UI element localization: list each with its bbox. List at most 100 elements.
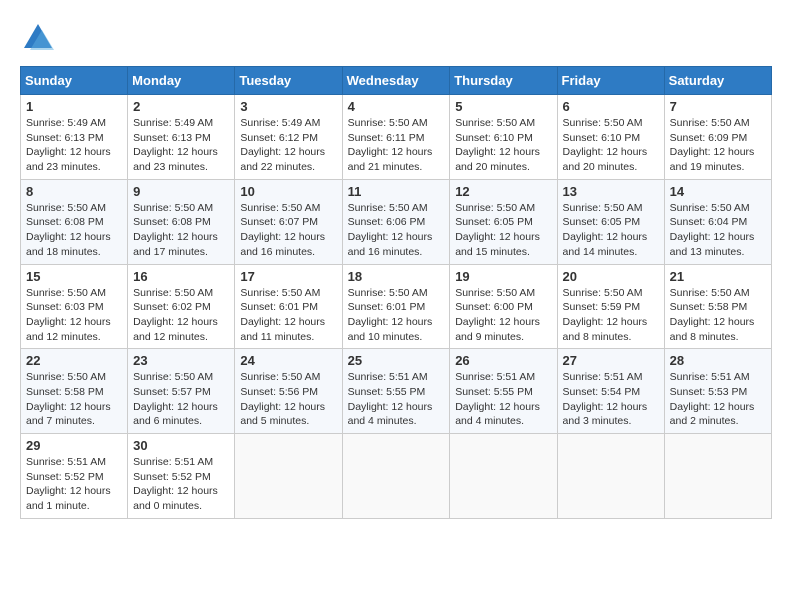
day-number: 12: [455, 184, 551, 199]
calendar-cell: 14 Sunrise: 5:50 AM Sunset: 6:04 PM Dayl…: [664, 179, 771, 264]
day-of-week-friday: Friday: [557, 67, 664, 95]
day-of-week-tuesday: Tuesday: [235, 67, 342, 95]
days-of-week-header: SundayMondayTuesdayWednesdayThursdayFrid…: [21, 67, 772, 95]
day-info: Sunrise: 5:50 AM Sunset: 6:02 PM Dayligh…: [133, 286, 229, 345]
day-info: Sunrise: 5:51 AM Sunset: 5:52 PM Dayligh…: [26, 455, 122, 514]
calendar-cell: 5 Sunrise: 5:50 AM Sunset: 6:10 PM Dayli…: [450, 95, 557, 180]
calendar-cell: [664, 434, 771, 519]
day-number: 16: [133, 269, 229, 284]
day-number: 20: [563, 269, 659, 284]
day-number: 30: [133, 438, 229, 453]
calendar-cell: 11 Sunrise: 5:50 AM Sunset: 6:06 PM Dayl…: [342, 179, 450, 264]
day-number: 19: [455, 269, 551, 284]
day-info: Sunrise: 5:50 AM Sunset: 6:01 PM Dayligh…: [240, 286, 336, 345]
day-number: 8: [26, 184, 122, 199]
calendar-cell: 7 Sunrise: 5:50 AM Sunset: 6:09 PM Dayli…: [664, 95, 771, 180]
calendar-cell: 28 Sunrise: 5:51 AM Sunset: 5:53 PM Dayl…: [664, 349, 771, 434]
calendar-cell: 2 Sunrise: 5:49 AM Sunset: 6:13 PM Dayli…: [128, 95, 235, 180]
page-header: [20, 20, 772, 56]
day-number: 14: [670, 184, 766, 199]
calendar-week-4: 22 Sunrise: 5:50 AM Sunset: 5:58 PM Dayl…: [21, 349, 772, 434]
day-info: Sunrise: 5:50 AM Sunset: 6:03 PM Dayligh…: [26, 286, 122, 345]
day-info: Sunrise: 5:50 AM Sunset: 6:00 PM Dayligh…: [455, 286, 551, 345]
day-info: Sunrise: 5:50 AM Sunset: 5:57 PM Dayligh…: [133, 370, 229, 429]
calendar-cell: 6 Sunrise: 5:50 AM Sunset: 6:10 PM Dayli…: [557, 95, 664, 180]
day-number: 13: [563, 184, 659, 199]
day-number: 17: [240, 269, 336, 284]
day-info: Sunrise: 5:51 AM Sunset: 5:55 PM Dayligh…: [348, 370, 445, 429]
day-info: Sunrise: 5:50 AM Sunset: 6:10 PM Dayligh…: [455, 116, 551, 175]
day-info: Sunrise: 5:51 AM Sunset: 5:55 PM Dayligh…: [455, 370, 551, 429]
day-number: 22: [26, 353, 122, 368]
day-info: Sunrise: 5:49 AM Sunset: 6:12 PM Dayligh…: [240, 116, 336, 175]
calendar-week-5: 29 Sunrise: 5:51 AM Sunset: 5:52 PM Dayl…: [21, 434, 772, 519]
calendar-cell: 4 Sunrise: 5:50 AM Sunset: 6:11 PM Dayli…: [342, 95, 450, 180]
calendar-cell: 13 Sunrise: 5:50 AM Sunset: 6:05 PM Dayl…: [557, 179, 664, 264]
calendar-table: SundayMondayTuesdayWednesdayThursdayFrid…: [20, 66, 772, 519]
calendar-cell: [235, 434, 342, 519]
calendar-cell: 19 Sunrise: 5:50 AM Sunset: 6:00 PM Dayl…: [450, 264, 557, 349]
day-number: 27: [563, 353, 659, 368]
day-number: 24: [240, 353, 336, 368]
day-info: Sunrise: 5:50 AM Sunset: 6:07 PM Dayligh…: [240, 201, 336, 260]
calendar-cell: 27 Sunrise: 5:51 AM Sunset: 5:54 PM Dayl…: [557, 349, 664, 434]
day-info: Sunrise: 5:50 AM Sunset: 6:10 PM Dayligh…: [563, 116, 659, 175]
day-info: Sunrise: 5:51 AM Sunset: 5:52 PM Dayligh…: [133, 455, 229, 514]
calendar-cell: 18 Sunrise: 5:50 AM Sunset: 6:01 PM Dayl…: [342, 264, 450, 349]
day-of-week-monday: Monday: [128, 67, 235, 95]
day-number: 1: [26, 99, 122, 114]
calendar-cell: 12 Sunrise: 5:50 AM Sunset: 6:05 PM Dayl…: [450, 179, 557, 264]
day-of-week-wednesday: Wednesday: [342, 67, 450, 95]
calendar-cell: 3 Sunrise: 5:49 AM Sunset: 6:12 PM Dayli…: [235, 95, 342, 180]
calendar-cell: 23 Sunrise: 5:50 AM Sunset: 5:57 PM Dayl…: [128, 349, 235, 434]
calendar-cell: 21 Sunrise: 5:50 AM Sunset: 5:58 PM Dayl…: [664, 264, 771, 349]
calendar-week-3: 15 Sunrise: 5:50 AM Sunset: 6:03 PM Dayl…: [21, 264, 772, 349]
day-info: Sunrise: 5:50 AM Sunset: 6:05 PM Dayligh…: [563, 201, 659, 260]
day-info: Sunrise: 5:50 AM Sunset: 6:04 PM Dayligh…: [670, 201, 766, 260]
day-number: 23: [133, 353, 229, 368]
day-of-week-thursday: Thursday: [450, 67, 557, 95]
calendar-cell: 26 Sunrise: 5:51 AM Sunset: 5:55 PM Dayl…: [450, 349, 557, 434]
day-info: Sunrise: 5:51 AM Sunset: 5:53 PM Dayligh…: [670, 370, 766, 429]
calendar-cell: 25 Sunrise: 5:51 AM Sunset: 5:55 PM Dayl…: [342, 349, 450, 434]
day-number: 25: [348, 353, 445, 368]
day-info: Sunrise: 5:49 AM Sunset: 6:13 PM Dayligh…: [26, 116, 122, 175]
day-number: 7: [670, 99, 766, 114]
day-info: Sunrise: 5:50 AM Sunset: 6:11 PM Dayligh…: [348, 116, 445, 175]
calendar-body: 1 Sunrise: 5:49 AM Sunset: 6:13 PM Dayli…: [21, 95, 772, 519]
logo-icon: [20, 20, 56, 56]
calendar-cell: [450, 434, 557, 519]
logo: [20, 20, 60, 56]
calendar-cell: 16 Sunrise: 5:50 AM Sunset: 6:02 PM Dayl…: [128, 264, 235, 349]
day-info: Sunrise: 5:51 AM Sunset: 5:54 PM Dayligh…: [563, 370, 659, 429]
day-of-week-saturday: Saturday: [664, 67, 771, 95]
day-info: Sunrise: 5:50 AM Sunset: 5:58 PM Dayligh…: [26, 370, 122, 429]
calendar-cell: [342, 434, 450, 519]
day-info: Sunrise: 5:50 AM Sunset: 5:59 PM Dayligh…: [563, 286, 659, 345]
calendar-cell: 9 Sunrise: 5:50 AM Sunset: 6:08 PM Dayli…: [128, 179, 235, 264]
day-info: Sunrise: 5:50 AM Sunset: 6:01 PM Dayligh…: [348, 286, 445, 345]
day-number: 28: [670, 353, 766, 368]
day-info: Sunrise: 5:50 AM Sunset: 5:58 PM Dayligh…: [670, 286, 766, 345]
calendar-cell: 10 Sunrise: 5:50 AM Sunset: 6:07 PM Dayl…: [235, 179, 342, 264]
day-number: 18: [348, 269, 445, 284]
calendar-cell: [557, 434, 664, 519]
day-info: Sunrise: 5:50 AM Sunset: 6:09 PM Dayligh…: [670, 116, 766, 175]
calendar-cell: 29 Sunrise: 5:51 AM Sunset: 5:52 PM Dayl…: [21, 434, 128, 519]
calendar-cell: 15 Sunrise: 5:50 AM Sunset: 6:03 PM Dayl…: [21, 264, 128, 349]
day-info: Sunrise: 5:49 AM Sunset: 6:13 PM Dayligh…: [133, 116, 229, 175]
calendar-cell: 17 Sunrise: 5:50 AM Sunset: 6:01 PM Dayl…: [235, 264, 342, 349]
day-info: Sunrise: 5:50 AM Sunset: 6:05 PM Dayligh…: [455, 201, 551, 260]
day-info: Sunrise: 5:50 AM Sunset: 5:56 PM Dayligh…: [240, 370, 336, 429]
day-number: 15: [26, 269, 122, 284]
day-number: 3: [240, 99, 336, 114]
day-info: Sunrise: 5:50 AM Sunset: 6:08 PM Dayligh…: [133, 201, 229, 260]
day-number: 4: [348, 99, 445, 114]
calendar-week-2: 8 Sunrise: 5:50 AM Sunset: 6:08 PM Dayli…: [21, 179, 772, 264]
day-of-week-sunday: Sunday: [21, 67, 128, 95]
calendar-cell: 1 Sunrise: 5:49 AM Sunset: 6:13 PM Dayli…: [21, 95, 128, 180]
day-number: 11: [348, 184, 445, 199]
day-number: 10: [240, 184, 336, 199]
day-number: 5: [455, 99, 551, 114]
day-number: 2: [133, 99, 229, 114]
